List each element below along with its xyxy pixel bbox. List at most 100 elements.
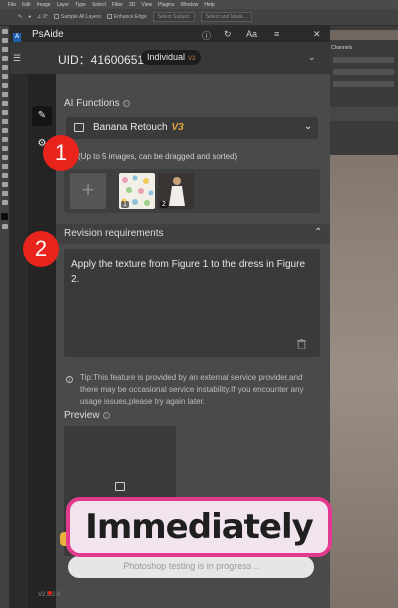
- channels-tab[interactable]: Channels: [329, 40, 398, 51]
- checkbox-icon: [53, 14, 59, 20]
- chevron-down-icon: ⌄: [304, 121, 313, 132]
- angle-icon[interactable]: ∠ 0°: [37, 14, 48, 20]
- menu-image[interactable]: Image: [37, 2, 51, 8]
- menu-view[interactable]: View: [141, 2, 152, 8]
- account-bar: ☰ UID：416006514 Individual V3 ⌄: [10, 42, 330, 74]
- plan-badge: Individual V3: [141, 50, 202, 65]
- step-marker-2: 2: [23, 231, 59, 267]
- healing-tool-icon[interactable]: [1, 83, 8, 88]
- marquee-tool-icon[interactable]: [1, 38, 8, 43]
- zoom-tool-icon[interactable]: [1, 200, 8, 205]
- progress-bar: Photoshop testing is in progress ..: [68, 556, 314, 578]
- quick-select-tool-icon[interactable]: [1, 56, 8, 61]
- options-bar: ✎ ● ∠ 0° Sample All Layers Enhance Edge …: [0, 9, 398, 26]
- image-upload-area[interactable]: + 1 2: [64, 169, 320, 213]
- panel-footer: [329, 107, 398, 121]
- channels-panel: Channels: [328, 40, 398, 155]
- thumbnail-number: 2: [160, 201, 168, 208]
- menu-edit[interactable]: Edit: [22, 2, 31, 8]
- menu-plugins[interactable]: Plugins: [158, 2, 174, 8]
- channel-row[interactable]: [333, 81, 394, 87]
- eraser-tool-icon[interactable]: [1, 119, 8, 124]
- function-name: Banana Retouch: [93, 122, 168, 133]
- eyedropper-tool-icon[interactable]: [1, 74, 8, 79]
- dodge-tool-icon[interactable]: [1, 146, 8, 151]
- menu-help[interactable]: Help: [204, 2, 214, 8]
- edit-pen-icon[interactable]: ✎: [32, 106, 52, 126]
- blur-tool-icon[interactable]: [1, 137, 8, 142]
- lasso-tool-icon[interactable]: [1, 47, 8, 52]
- uid-text: UID：416006514: [58, 53, 151, 67]
- channel-row[interactable]: [333, 57, 394, 63]
- checkbox-icon: [106, 14, 112, 20]
- plan-badge-label: Individual: [147, 52, 186, 62]
- ai-functions-heading: AI Functions i: [64, 98, 130, 109]
- enhance-edge-label: Enhance Edge: [113, 14, 147, 20]
- revision-textarea[interactable]: Apply the texture from Figure 1 to the d…: [64, 249, 320, 357]
- sample-all-layers-checkbox[interactable]: Sample All Layers: [53, 14, 101, 20]
- hand-tool-icon[interactable]: [1, 191, 8, 196]
- gradient-tool-icon[interactable]: [1, 128, 8, 133]
- revision-heading: Revision requirements: [64, 228, 164, 239]
- tool-preset-icon[interactable]: ✎: [18, 14, 22, 20]
- info-icon: i: [66, 376, 73, 383]
- menu-layer[interactable]: Layer: [57, 2, 70, 8]
- enhance-edge-checkbox[interactable]: Enhance Edge: [106, 14, 147, 20]
- revision-text: Apply the texture from Figure 1 to the d…: [71, 259, 305, 285]
- add-image-button[interactable]: +: [70, 173, 106, 209]
- brush-tool-icon[interactable]: [1, 92, 8, 97]
- preview-heading: Preview i: [64, 410, 110, 421]
- stamp-tool-icon[interactable]: [1, 101, 8, 106]
- path-select-icon[interactable]: [1, 173, 8, 178]
- info-icon[interactable]: i: [122, 99, 130, 107]
- close-icon[interactable]: ✕: [313, 29, 321, 40]
- trash-icon[interactable]: [297, 339, 306, 349]
- immediately-overlay[interactable]: Immediately: [66, 497, 332, 557]
- image-thumbnail-2[interactable]: 2: [158, 173, 194, 209]
- service-tip: Tip:This feature is provided by an exter…: [80, 373, 304, 406]
- notification-dot: [48, 591, 52, 595]
- refresh-icon[interactable]: ↻: [224, 29, 232, 40]
- crop-tool-icon[interactable]: [1, 65, 8, 70]
- foreground-color-icon[interactable]: [1, 213, 8, 220]
- menu-filter[interactable]: Filter: [112, 2, 123, 8]
- preview-label: Preview: [64, 410, 100, 421]
- tools-panel: [0, 26, 10, 608]
- history-brush-icon[interactable]: [1, 110, 8, 115]
- plan-badge-version: V3: [188, 56, 196, 62]
- revision-section-header[interactable]: Revision requirements ⌃: [56, 224, 330, 244]
- function-version: V3: [171, 122, 184, 133]
- menu-3d[interactable]: 3D: [129, 2, 135, 8]
- channel-row[interactable]: [333, 69, 394, 75]
- info-icon[interactable]: i: [102, 411, 110, 419]
- settings-sliders-icon[interactable]: ☰: [13, 53, 21, 64]
- info-icon[interactable]: ⓘ: [202, 29, 211, 42]
- upload-instructions: Set(Up to 5 images, can be dragged and s…: [66, 152, 238, 161]
- select-subject-button[interactable]: Select Subject: [152, 12, 195, 22]
- panel-title: PsAide: [32, 29, 64, 40]
- text-size-icon[interactable]: Aa: [246, 29, 257, 39]
- brush-size-icon[interactable]: ●: [28, 14, 31, 20]
- photoshop-menubar: File Edit Image Layer Type Select Filter…: [0, 0, 398, 9]
- thumbnail-number: 1: [121, 201, 129, 208]
- menu-select[interactable]: Select: [92, 2, 106, 8]
- chevron-down-icon[interactable]: ⌄: [308, 52, 316, 63]
- photoshop-logo-icon: A: [13, 33, 21, 42]
- shape-tool-icon[interactable]: [1, 182, 8, 187]
- menu-type[interactable]: Type: [75, 2, 86, 8]
- function-select-value: Banana Retouch V3: [93, 122, 184, 133]
- menu-window[interactable]: Window: [181, 2, 199, 8]
- image-thumbnail-1[interactable]: 1: [119, 173, 155, 209]
- chevron-up-icon[interactable]: ⌃: [314, 227, 322, 238]
- ai-functions-label: AI Functions: [64, 98, 120, 109]
- quick-mask-icon[interactable]: [1, 224, 8, 229]
- menu-file[interactable]: File: [8, 2, 16, 8]
- image-placeholder-icon: [115, 482, 125, 491]
- type-tool-icon[interactable]: [1, 164, 8, 169]
- function-select[interactable]: Banana Retouch V3 ⌄: [66, 117, 318, 139]
- minimize-icon[interactable]: ≡: [274, 29, 279, 39]
- select-and-mask-button[interactable]: Select and Mask...: [200, 12, 252, 22]
- move-tool-icon[interactable]: [1, 29, 8, 34]
- pen-tool-icon[interactable]: [1, 155, 8, 160]
- sample-all-layers-label: Sample All Layers: [60, 14, 101, 20]
